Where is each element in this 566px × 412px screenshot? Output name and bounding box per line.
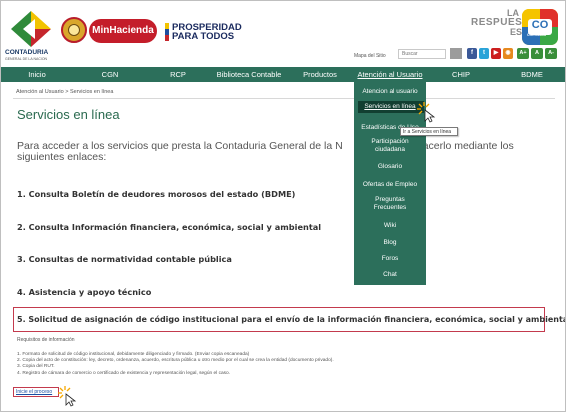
menu-item-servicios-en-linea[interactable]: Servicios en línea (358, 101, 424, 113)
coat-of-arms-icon (61, 17, 87, 43)
prosperidad-line2: PARA TODOS (172, 31, 235, 42)
list-item: 2. Copia del acto de constitución: ley, … (17, 358, 334, 364)
pointer-cursor-icon (58, 386, 77, 407)
nav-inicio[interactable]: Inicio (17, 67, 57, 82)
menu-item-atencion[interactable]: Atencion al usuario (354, 88, 426, 96)
intro-text: Para acceder a los servicios que presta … (17, 141, 557, 163)
requisitos-list: 1. Formato de solicitud de código instit… (17, 352, 334, 377)
respuesta-es: ES (510, 27, 523, 37)
service-link-asistencia[interactable]: 4. Asistencia y apoyo técnico (17, 287, 151, 297)
menu-item-foros[interactable]: Foros (354, 255, 426, 263)
rss-icon[interactable]: ◉ (503, 48, 513, 59)
menu-item-glosario[interactable]: Glosario (354, 163, 426, 171)
nav-rcp[interactable]: RCP (163, 67, 193, 82)
nav-bdme[interactable]: BDME (515, 67, 549, 82)
colombia-logo-sub: COLOMBIA (527, 33, 547, 37)
intro-line2: siguientes enlaces: (17, 151, 107, 163)
cgn-logo-icon[interactable] (9, 9, 53, 49)
menu-item-chat[interactable]: Chat (354, 271, 426, 279)
colombia-logo[interactable]: CO COLOMBIA (522, 9, 558, 45)
nav-chip[interactable]: CHIP (446, 67, 476, 82)
breadcrumb[interactable]: Atención al Usuario > Servicios en línea (16, 89, 113, 95)
site-header: CONTADURIA GENERAL DE LA NACION MinHacie… (1, 1, 565, 67)
nav-productos[interactable]: Productos (297, 67, 343, 82)
tooltip: Ir a Servicios en línea (400, 127, 458, 136)
requisitos-label: Requisitos de información (17, 337, 75, 343)
font-normal-button[interactable]: A (531, 48, 543, 59)
font-increase-button[interactable]: A+ (517, 48, 529, 59)
nav-biblioteca-contable[interactable]: Biblioteca Contable (213, 67, 285, 82)
browser-page: CONTADURIA GENERAL DE LA NACION MinHacie… (0, 0, 566, 412)
twitter-icon[interactable]: t (479, 48, 489, 59)
menu-item-preguntas[interactable]: Preguntas Frecuentes (354, 196, 426, 211)
service-link-codigo-institucional[interactable]: 5. Solicitud de asignación de código ins… (17, 315, 565, 324)
facebook-icon[interactable]: f (467, 48, 477, 59)
service-link-financiera[interactable]: 2. Consulta Información financiera, econ… (17, 222, 321, 232)
search-button[interactable] (450, 48, 462, 59)
page-title: Servicios en línea (17, 107, 120, 122)
logo-subtitle: GENERAL DE LA NACION (5, 57, 48, 61)
pointer-cursor-icon (417, 102, 436, 123)
site-map-link[interactable]: Mapa del Sitio (354, 53, 386, 59)
nav-atencion-al-usuario[interactable]: Atención al Usuario (355, 67, 425, 82)
font-decrease-button[interactable]: A- (545, 48, 557, 59)
menu-item-empleo[interactable]: Ofertas de Empleo (354, 181, 426, 189)
service-link-normatividad[interactable]: 3. Consultas de normatividad contable pú… (17, 254, 232, 264)
search-input[interactable] (398, 49, 446, 59)
service-link-bdme[interactable]: 1. Consulta Boletín de deudores morosos … (17, 189, 295, 199)
menu-item-wiki[interactable]: Wiki (354, 222, 426, 230)
youtube-icon[interactable]: ▶ (491, 48, 501, 59)
menu-item-blog[interactable]: Blog (354, 239, 426, 247)
nav-cgn[interactable]: CGN (95, 67, 125, 82)
logo-title: CONTADURIA (5, 49, 49, 56)
intro-line1-right: acerlo mediante los (422, 140, 514, 152)
flag-bars-icon (165, 23, 169, 41)
minhacienda-logo[interactable]: MinHacienda (89, 19, 157, 43)
start-process-link[interactable]: Inicie el proceso (16, 389, 52, 395)
menu-item-participacion[interactable]: Participación ciudadana (354, 138, 426, 153)
prosperidad-logo[interactable]: PROSPERIDAD PARA TODOS (172, 23, 262, 42)
list-item: 4. Registro de cámara de comercio o cert… (17, 370, 231, 376)
divider (13, 98, 555, 99)
main-nav: Inicio CGN RCP Biblioteca Contable Produ… (1, 67, 565, 82)
